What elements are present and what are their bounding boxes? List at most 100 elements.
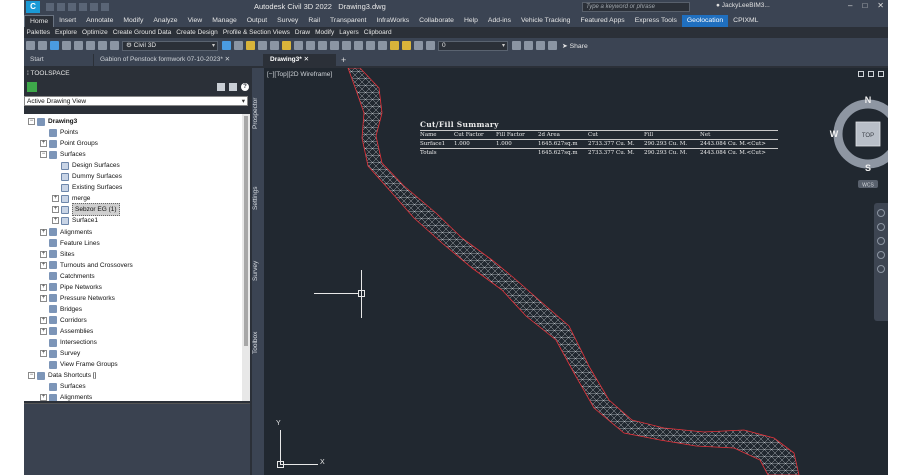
tab-add-ins[interactable]: Add-ins (483, 15, 516, 27)
traverse-icon[interactable] (245, 41, 255, 50)
expand-toggle-icon[interactable]: − (28, 118, 35, 125)
tab-collaborate[interactable]: Collaborate (414, 15, 459, 27)
sun-icon[interactable] (401, 41, 411, 50)
search-input[interactable]: Type a keyword or phrase (582, 2, 690, 12)
layer-dropdown[interactable]: 0 (438, 40, 508, 51)
tab-express-tools[interactable]: Express Tools (630, 15, 682, 27)
expand-toggle-icon[interactable]: + (40, 283, 47, 291)
tab-survey[interactable]: Survey (252, 256, 264, 286)
compass-west[interactable]: W (830, 129, 839, 139)
expand-toggle-icon[interactable]: + (40, 140, 47, 148)
panel-profile-section-views[interactable]: Profile & Section Views (220, 29, 292, 36)
expand-toggle-icon[interactable]: + (40, 228, 47, 236)
tree-item-corridors[interactable]: + Corridors (40, 315, 87, 326)
tree-item-surfaces[interactable]: − Surfaces (40, 149, 86, 160)
panel-layers[interactable]: Layers (337, 29, 362, 36)
new-icon[interactable] (46, 3, 54, 11)
tab-start[interactable]: Start (24, 54, 94, 66)
layer-color-icon[interactable] (425, 41, 435, 50)
clipboard-icon[interactable] (547, 41, 557, 50)
section-view-icon[interactable] (341, 41, 351, 50)
expand-toggle-icon[interactable]: + (40, 327, 47, 335)
tree-item-survey[interactable]: + Survey (40, 348, 80, 359)
tab-prospector[interactable]: Prospector (252, 78, 264, 148)
panel-optimize[interactable]: Optimize (80, 29, 111, 36)
user-account[interactable]: ● JackyLeeBIM3... (716, 2, 770, 9)
draw-icon[interactable] (365, 41, 375, 50)
viewport-restore-icon[interactable] (868, 71, 874, 77)
freeze-icon[interactable] (413, 41, 423, 50)
tab-infraworks[interactable]: InfraWorks (371, 15, 414, 27)
tree-item-sites[interactable]: + Sites (40, 249, 74, 260)
redo-icon[interactable] (101, 3, 109, 11)
tree-item-pipe-networks[interactable]: + Pipe Networks (40, 282, 102, 293)
tab-help[interactable]: Help (459, 15, 483, 27)
redo-icon[interactable] (109, 41, 119, 50)
expand-toggle-icon[interactable]: − (40, 151, 47, 159)
surfaces-icon[interactable] (233, 41, 243, 50)
open-icon[interactable] (57, 3, 65, 11)
plot-icon[interactable] (85, 41, 95, 50)
tree-item-data-shortcuts[interactable]: − Data Shortcuts [] (28, 370, 96, 381)
viewport-minimize-icon[interactable] (858, 71, 864, 77)
panel-modify[interactable]: Modify (313, 29, 337, 36)
help-icon[interactable]: ? (241, 83, 249, 91)
tab-home[interactable]: Home (24, 14, 55, 27)
tab-analyze[interactable]: Analyze (148, 15, 182, 27)
tab-output[interactable]: Output (242, 15, 272, 27)
expand-toggle-icon[interactable]: + (52, 195, 59, 203)
tree-item-bridges[interactable]: Bridges (40, 304, 82, 315)
expand-toggle-icon[interactable]: + (40, 294, 47, 302)
tab-settings[interactable]: Settings (252, 178, 264, 218)
tab-rail[interactable]: Rail (303, 15, 325, 27)
tab-featured-apps[interactable]: Featured Apps (575, 15, 629, 27)
tree-item-view-frame-groups[interactable]: View Frame Groups (40, 359, 118, 370)
panel-explore[interactable]: Explore (53, 29, 80, 36)
point-creation-icon[interactable] (221, 41, 231, 50)
expand-toggle-icon[interactable]: − (28, 372, 35, 380)
tree-item-alignments[interactable]: + Alignments (40, 227, 92, 238)
tree-item-dummy-surfaces[interactable]: Dummy Surfaces (52, 171, 122, 182)
steering-wheel-icon[interactable] (877, 209, 885, 217)
expand-toggle-icon[interactable]: + (40, 250, 47, 258)
tree-item-drawing3[interactable]: − Drawing3 (28, 116, 77, 127)
layer-iso-icon[interactable] (535, 41, 545, 50)
item-view-icon[interactable] (229, 83, 237, 91)
tree-item-design-surfaces[interactable]: Design Surfaces (52, 160, 120, 171)
alignment-icon[interactable] (257, 41, 267, 50)
expand-toggle-icon[interactable]: + (40, 394, 47, 401)
assembly-icon[interactable] (305, 41, 315, 50)
tree-item-point-groups[interactable]: + Point Groups (40, 138, 98, 149)
save-icon[interactable] (68, 3, 76, 11)
tree-item-alignments[interactable]: + Alignments (40, 392, 92, 401)
maximize-icon[interactable]: □ (862, 1, 867, 10)
scroll-thumb[interactable] (244, 116, 248, 346)
panel-create-design[interactable]: Create Design (174, 29, 221, 36)
viewcube[interactable]: TOP N S E W WCS (828, 96, 888, 196)
viewport-close-icon[interactable] (878, 71, 884, 77)
tab-geolocation[interactable]: Geolocation (681, 14, 729, 27)
panel-clipboard[interactable]: Clipboard (361, 29, 394, 36)
tree-item-assemblies[interactable]: + Assemblies (40, 326, 93, 337)
panel-create-ground-data[interactable]: Create Ground Data (110, 29, 174, 36)
tab-manage[interactable]: Manage (207, 15, 242, 27)
tab-drawing3[interactable]: Drawing3* ✕ (264, 54, 336, 66)
expand-toggle-icon[interactable]: + (52, 217, 59, 225)
prospector-icon[interactable] (27, 82, 37, 92)
orbit-icon[interactable] (877, 251, 885, 259)
tab-survey[interactable]: Survey (272, 15, 303, 27)
web-icon[interactable] (73, 41, 83, 50)
undo-icon[interactable] (90, 3, 98, 11)
tab-insert[interactable]: Insert (54, 15, 81, 27)
saveas-icon[interactable] (61, 41, 71, 50)
feature-line-icon[interactable] (329, 41, 339, 50)
zoom-icon[interactable] (877, 237, 885, 245)
drawing-canvas[interactable]: [−][Top][2D Wireframe] Cut/Fill Summary … (264, 68, 888, 475)
tab-view[interactable]: View (183, 15, 208, 27)
compass-north[interactable]: N (865, 96, 872, 105)
tree-item-turnouts-and-crossovers[interactable]: + Turnouts and Crossovers (40, 260, 133, 271)
expand-toggle-icon[interactable]: + (40, 261, 47, 269)
panel-draw[interactable]: Draw (292, 29, 312, 36)
tree-item-feature-lines[interactable]: Feature Lines (40, 238, 100, 249)
expand-toggle-icon[interactable]: + (40, 316, 47, 324)
